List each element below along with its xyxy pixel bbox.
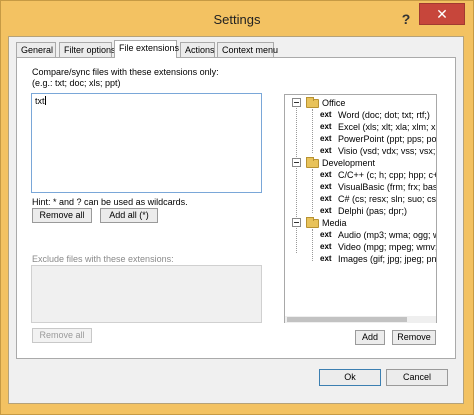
office-children-line <box>312 109 313 153</box>
tree-item-visio[interactable]: Visio (vsd; vdx; vss; vsx; vs <box>338 146 436 156</box>
ext-icon: ext <box>320 122 332 131</box>
title-bar[interactable]: Settings ? ✕ <box>1 1 473 37</box>
ext-icon: ext <box>320 242 332 251</box>
compare-remove-all-button[interactable]: Remove all <box>32 208 92 223</box>
cancel-button[interactable]: Cancel <box>386 369 448 386</box>
tree-item-visualbasic[interactable]: VisualBasic (frm; frx; bas; c <box>338 182 436 192</box>
compare-label: Compare/sync files with these extensions… <box>32 67 219 77</box>
tree-item-delphi[interactable]: Delphi (pas; dpr;) <box>338 206 407 216</box>
media-collapse-icon[interactable] <box>292 218 301 227</box>
tree-group-office[interactable]: Office <box>322 98 345 108</box>
ext-icon: ext <box>320 182 332 191</box>
compare-extensions-input[interactable]: txt <box>31 93 262 193</box>
tree-horizontal-scrollbar[interactable] <box>285 316 436 323</box>
exclude-label: Exclude files with these extensions: <box>32 254 174 264</box>
ok-button[interactable]: Ok <box>319 369 381 386</box>
development-folder-icon <box>306 157 319 168</box>
ext-icon: ext <box>320 206 332 215</box>
tab-file-extensions[interactable]: File extensions <box>114 40 179 58</box>
text-caret <box>44 96 46 105</box>
tree-item-excel[interactable]: Excel (xls; xlt; xla; xlm; xlc; ; <box>338 122 436 132</box>
close-button[interactable]: ✕ <box>419 3 465 25</box>
add-button[interactable]: Add <box>355 330 385 345</box>
exclude-remove-all-button[interactable]: Remove all <box>32 328 92 343</box>
ext-icon: ext <box>320 134 332 143</box>
ext-icon: ext <box>320 230 332 239</box>
tree-item-csharp[interactable]: C# (cs; resx; sln; suo; cspn <box>338 194 436 204</box>
compare-example-label: (e.g.: txt; doc; xls; ppt) <box>32 78 121 88</box>
tree-group-development[interactable]: Development <box>322 158 375 168</box>
ext-icon: ext <box>320 146 332 155</box>
ext-icon: ext <box>320 254 332 263</box>
ext-icon: ext <box>320 110 332 119</box>
add-all-button[interactable]: Add all (*) <box>100 208 158 223</box>
development-children-line <box>312 169 313 213</box>
wildcard-hint: Hint: * and ? can be used as wildcards. <box>32 197 188 207</box>
tab-actions[interactable]: Actions <box>180 42 215 57</box>
media-children-line <box>312 229 313 261</box>
tab-general[interactable]: General <box>16 42 56 57</box>
tree-item-images[interactable]: Images (gif; jpg; jpeg; png; <box>338 254 436 264</box>
exclude-extensions-input[interactable] <box>31 265 262 323</box>
scrollbar-thumb[interactable] <box>287 317 407 322</box>
tree-item-powerpoint[interactable]: PowerPoint (ppt; pps; pot; p <box>338 134 436 144</box>
tree-item-audio[interactable]: Audio (mp3; wma; ogg; wa <box>338 230 436 240</box>
tree-item-video[interactable]: Video (mpg; mpeg; wmv; o <box>338 242 436 252</box>
media-folder-icon <box>306 217 319 228</box>
tab-filter-options[interactable]: Filter options <box>59 42 116 57</box>
ext-icon: ext <box>320 170 332 179</box>
development-collapse-icon[interactable] <box>292 158 301 167</box>
help-button[interactable]: ? <box>394 9 418 29</box>
tree-group-media[interactable]: Media <box>322 218 347 228</box>
remove-button[interactable]: Remove <box>392 330 436 345</box>
tree-item-cpp[interactable]: C/C++ (c; h; cpp; hpp; c++; <box>338 170 436 180</box>
office-folder-icon <box>306 97 319 108</box>
extension-presets-tree[interactable]: Office ext Word (doc; dot; txt; rtf;) ex… <box>284 94 437 323</box>
tab-context-menu[interactable]: Context menu <box>217 42 278 57</box>
tree-root-line <box>296 103 297 253</box>
tree-item-word[interactable]: Word (doc; dot; txt; rtf;) <box>338 110 430 120</box>
ext-icon: ext <box>320 194 332 203</box>
compare-extensions-value: txt <box>35 96 45 106</box>
office-collapse-icon[interactable] <box>292 98 301 107</box>
